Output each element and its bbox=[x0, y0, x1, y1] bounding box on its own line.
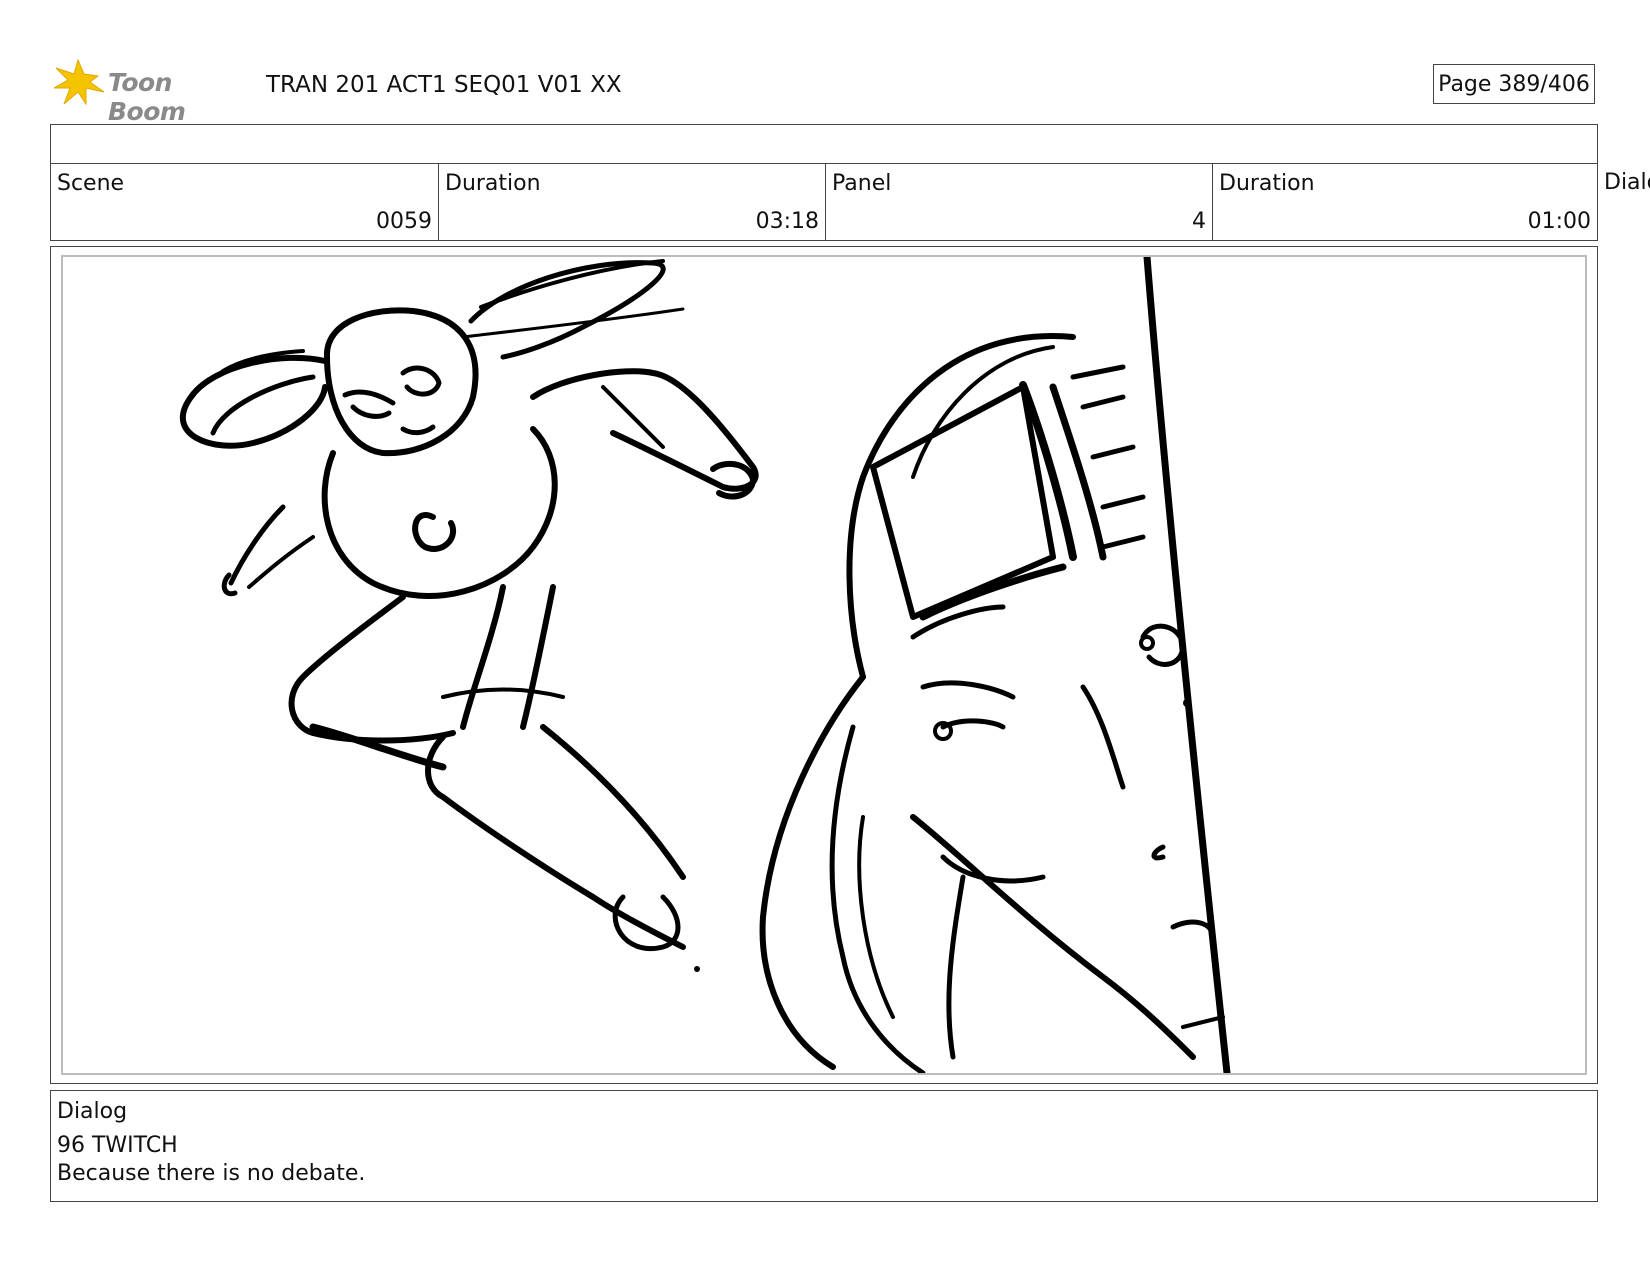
dialog-speaker: 96 TWITCH bbox=[57, 1133, 178, 1158]
panel-frame bbox=[50, 246, 1598, 1084]
document-title: TRAN 201 ACT1 SEQ01 V01 XX bbox=[266, 72, 622, 98]
panel-duration-cell: Duration 01:00 bbox=[1213, 164, 1597, 240]
dialog-overflow-label: Dialo bbox=[1604, 170, 1650, 195]
logo-text: Toon Boom bbox=[108, 68, 186, 126]
scene-duration-value: 03:18 bbox=[755, 209, 819, 234]
dialog-box: Dialog 96 TWITCH Because there is no deb… bbox=[50, 1090, 1598, 1202]
scene-duration-label: Duration bbox=[445, 171, 541, 196]
scene-value: 0059 bbox=[376, 209, 432, 234]
scene-label: Scene bbox=[57, 171, 125, 196]
panel-duration-label: Duration bbox=[1219, 171, 1315, 196]
page-indicator: Page 389/406 bbox=[1433, 64, 1595, 104]
panel-value: 4 bbox=[1192, 209, 1206, 234]
dialog-label: Dialog bbox=[57, 1099, 128, 1124]
panel-sketch bbox=[180, 257, 1231, 1073]
info-row: Scene 0059 Duration 03:18 Panel 4 Durati… bbox=[50, 163, 1598, 241]
blank-header-row bbox=[50, 124, 1598, 164]
panel-label: Panel bbox=[832, 171, 892, 196]
toon-boom-logo: Toon Boom bbox=[54, 58, 254, 126]
panel-cell: Panel 4 bbox=[826, 164, 1213, 240]
storyboard-panel bbox=[61, 255, 1587, 1075]
scene-duration-cell: Duration 03:18 bbox=[439, 164, 826, 240]
scene-cell: Scene 0059 bbox=[51, 164, 439, 240]
star-icon bbox=[54, 58, 105, 106]
dialog-line: Because there is no debate. bbox=[57, 1161, 366, 1186]
panel-duration-value: 01:00 bbox=[1527, 209, 1591, 234]
